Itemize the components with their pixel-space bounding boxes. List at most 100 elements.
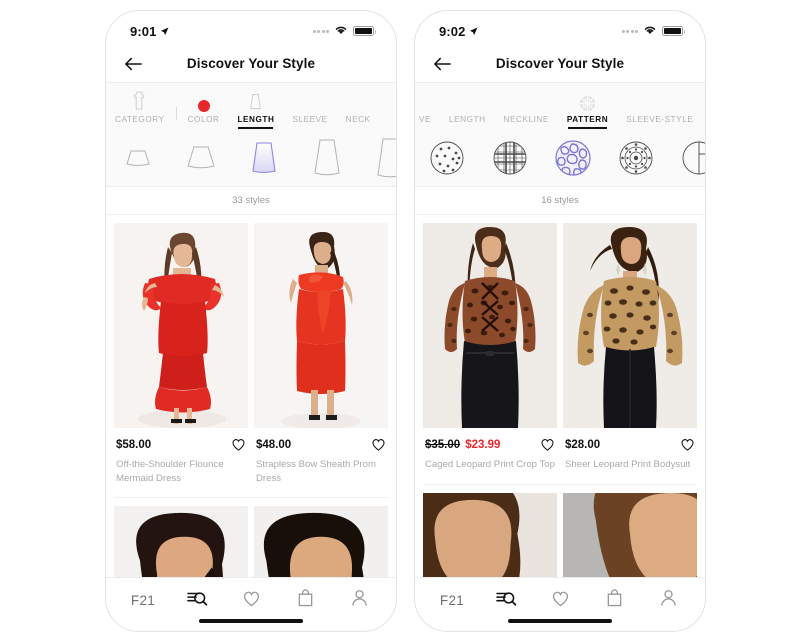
tab-account[interactable]: [339, 586, 379, 616]
heart-outline-icon: [242, 590, 261, 612]
product-grid[interactable]: $58.00 Off-the-Shoulder Flounce Mermaid …: [106, 215, 396, 577]
facet-label: NECKLINE: [503, 115, 549, 124]
active-tab-underline: [238, 127, 274, 129]
facet-tab-category[interactable]: CATEGORY: [106, 83, 174, 129]
skirt-silhouette-icon: [247, 91, 264, 112]
product-image-red-mermaid-dress[interactable]: [114, 223, 248, 428]
signal-dots-icon: [312, 29, 329, 33]
shopping-bag-icon: [297, 589, 314, 612]
facet-tab-length[interactable]: LENGTH: [228, 83, 283, 129]
product-image-earring-model-grey-partial[interactable]: [563, 492, 697, 577]
tab-shopping-bag[interactable]: [594, 586, 634, 616]
app-screen-right: 9:02 Discover Your Style VE LENGTH NECKL…: [415, 11, 705, 631]
facet-label: PATTERN: [566, 115, 609, 124]
shopping-bag-icon: [606, 589, 623, 612]
search-filter-icon: [186, 589, 208, 612]
product-image-leopard-closeup-partial[interactable]: [423, 492, 557, 577]
style-count: 33 styles: [106, 187, 396, 215]
facet-tab-neckline[interactable]: NECKLINE: [495, 83, 558, 129]
product-image-red-bow-sheath-dress[interactable]: [254, 223, 388, 428]
tab-favorites[interactable]: [540, 586, 580, 616]
length-option-maxi[interactable]: [358, 129, 396, 186]
battery-full-icon: [353, 26, 376, 36]
product-image-red-cami-dress-partial[interactable]: [114, 506, 248, 577]
page-title: Discover Your Style: [186, 56, 316, 71]
tab-home-f21[interactable]: F21: [432, 586, 472, 616]
home-indicator: [508, 619, 612, 623]
pattern-option-colorblock[interactable]: [667, 129, 705, 186]
facet-tab-strip[interactable]: VE LENGTH NECKLINE PATTERN SLEEVE-STYLE: [415, 83, 705, 129]
status-time: 9:01: [130, 23, 157, 39]
facet-label: SLEEVE-STYLE: [626, 115, 694, 124]
status-time: 9:02: [439, 23, 466, 39]
length-option-short[interactable]: [169, 129, 232, 186]
product-card[interactable]: [563, 492, 697, 577]
product-card[interactable]: $58.00 Off-the-Shoulder Flounce Mermaid …: [114, 223, 248, 485]
facet-tab-sleeve-cut[interactable]: VE: [415, 83, 440, 129]
length-option-midi[interactable]: [232, 129, 295, 186]
product-card[interactable]: [114, 506, 248, 577]
length-option-long[interactable]: [295, 129, 358, 186]
status-indicators: [312, 22, 376, 40]
facet-tab-neck[interactable]: NECK: [337, 83, 380, 129]
facet-label: VE: [419, 115, 432, 124]
tab-home-f21[interactable]: F21: [123, 586, 163, 616]
heart-outline-icon[interactable]: [680, 437, 695, 452]
screenshot-stage: 9:01 Discover Your Style CATEGORY COLOR …: [0, 0, 800, 643]
product-image-caged-leopard-crop-top[interactable]: [423, 223, 557, 428]
product-card[interactable]: [423, 492, 557, 577]
pattern-option-medallion[interactable]: [604, 129, 667, 186]
dress-silhouette-icon: [131, 91, 148, 112]
product-grid[interactable]: $35.00 $23.99 Caged Leopard Print Crop T…: [415, 215, 705, 577]
length-option-row[interactable]: [106, 129, 396, 187]
pattern-option-plaid[interactable]: [478, 129, 541, 186]
heart-outline-icon[interactable]: [231, 437, 246, 452]
row-divider: [114, 497, 388, 498]
product-name: Strapless Bow Sheath Prom Dress: [256, 459, 376, 484]
tab-discover-search[interactable]: [486, 586, 526, 616]
product-row: $35.00 $23.99 Caged Leopard Print Crop T…: [423, 223, 697, 472]
pattern-option-animal-print[interactable]: [541, 129, 604, 186]
price-group: $58.00: [116, 439, 151, 451]
heart-outline-icon[interactable]: [371, 437, 386, 452]
product-sale-price: $23.99: [465, 438, 501, 451]
price-row: $35.00 $23.99: [423, 428, 557, 452]
price-row: $28.00: [563, 428, 697, 452]
facet-tab-pattern[interactable]: PATTERN: [558, 83, 617, 129]
facet-label: LENGTH: [237, 115, 275, 124]
status-bar: 9:01: [106, 11, 396, 45]
product-card[interactable]: $48.00 Strapless Bow Sheath Prom Dress: [254, 223, 388, 485]
product-card[interactable]: [254, 506, 388, 577]
facet-tab-color[interactable]: COLOR: [179, 83, 229, 129]
facet-tab-strip[interactable]: CATEGORY COLOR LENGTH SLEEVE NECK: [106, 83, 396, 129]
product-image-red-dress-earrings-partial[interactable]: [254, 506, 388, 577]
product-card[interactable]: $28.00 Sheer Leopard Print Bodysuit: [563, 223, 697, 472]
facet-tab-sleeve[interactable]: SLEEVE: [283, 83, 336, 129]
tab-discover-search[interactable]: [177, 586, 217, 616]
back-arrow-icon[interactable]: [431, 53, 453, 75]
tab-favorites[interactable]: [231, 586, 271, 616]
facet-tab-sleeve-style[interactable]: SLEEVE-STYLE: [617, 83, 702, 129]
pattern-option-row[interactable]: [415, 129, 705, 187]
app-header: Discover Your Style: [106, 45, 396, 83]
back-arrow-icon[interactable]: [122, 53, 144, 75]
facet-label: SLEEVE: [292, 115, 328, 124]
pattern-option-polka-dot[interactable]: [415, 129, 478, 186]
page-title: Discover Your Style: [495, 56, 625, 71]
status-time-group: 9:01: [130, 24, 169, 39]
account-person-icon: [660, 589, 677, 612]
product-card[interactable]: $35.00 $23.99 Caged Leopard Print Crop T…: [423, 223, 557, 472]
app-screen-left: 9:01 Discover Your Style CATEGORY COLOR …: [106, 11, 396, 631]
length-option-mini[interactable]: [106, 129, 169, 186]
price-group: $48.00: [256, 439, 291, 451]
product-row-partial: [114, 506, 388, 577]
battery-full-icon: [662, 26, 685, 36]
product-image-sheer-leopard-bodysuit[interactable]: [563, 223, 697, 428]
location-arrow-icon: [160, 24, 169, 39]
facet-tab-length[interactable]: LENGTH: [440, 83, 495, 129]
phone-mockup-left: 9:01 Discover Your Style CATEGORY COLOR …: [105, 10, 397, 632]
tab-account[interactable]: [648, 586, 688, 616]
heart-outline-icon[interactable]: [540, 437, 555, 452]
style-count: 16 styles: [415, 187, 705, 215]
tab-shopping-bag[interactable]: [285, 586, 325, 616]
